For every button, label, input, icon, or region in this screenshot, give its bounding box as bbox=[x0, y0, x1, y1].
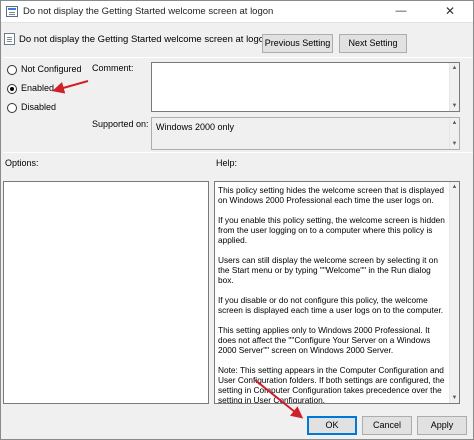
comment-scrollbar[interactable]: ▲ ▼ bbox=[449, 63, 459, 111]
help-text: This policy setting hides the welcome sc… bbox=[218, 185, 448, 404]
close-button[interactable]: ✕ bbox=[437, 3, 463, 20]
apply-button[interactable]: Apply bbox=[417, 416, 467, 435]
scroll-up-icon[interactable]: ▲ bbox=[450, 63, 459, 73]
supported-on-box: Windows 2000 only ▲ ▼ bbox=[151, 117, 460, 150]
radio-button[interactable] bbox=[7, 84, 17, 94]
window-title: Do not display the Getting Started welco… bbox=[23, 6, 274, 17]
supported-on-scrollbar[interactable]: ▲ ▼ bbox=[449, 118, 459, 149]
scroll-down-icon[interactable]: ▼ bbox=[450, 139, 459, 149]
scroll-up-icon[interactable]: ▲ bbox=[450, 182, 459, 192]
comment-textbox[interactable]: ▲ ▼ bbox=[151, 62, 460, 112]
help-paragraph: This setting applies only to Windows 200… bbox=[218, 325, 431, 355]
help-pane[interactable]: This policy setting hides the welcome sc… bbox=[214, 181, 460, 404]
minimize-button[interactable]: — bbox=[391, 5, 411, 19]
supported-on-value: Windows 2000 only bbox=[156, 122, 235, 132]
cancel-button[interactable]: Cancel bbox=[362, 416, 412, 435]
policy-icon bbox=[6, 6, 18, 17]
policy-setting-window: Do not display the Getting Started welco… bbox=[0, 0, 474, 440]
scroll-down-icon[interactable]: ▼ bbox=[450, 101, 459, 111]
scroll-up-icon[interactable]: ▲ bbox=[450, 118, 459, 128]
setting-document-icon bbox=[4, 33, 15, 45]
header-divider bbox=[3, 57, 473, 58]
previous-setting-button[interactable]: Previous Setting bbox=[262, 34, 333, 53]
help-paragraph: This policy setting hides the welcome sc… bbox=[218, 185, 444, 205]
radio-label: Enabled bbox=[21, 83, 55, 93]
ok-button[interactable]: OK bbox=[307, 416, 357, 435]
options-label: Options: bbox=[5, 158, 39, 168]
help-paragraph: Note: This setting appears in the Comput… bbox=[218, 365, 445, 404]
radio-label: Disabled bbox=[21, 102, 57, 112]
options-pane bbox=[3, 181, 209, 404]
help-paragraph: Users can still display the welcome scre… bbox=[218, 255, 438, 285]
next-setting-button[interactable]: Next Setting bbox=[339, 34, 407, 53]
help-label: Help: bbox=[216, 158, 238, 168]
radio-button[interactable] bbox=[7, 65, 17, 75]
comment-label: Comment: bbox=[92, 63, 134, 73]
middle-divider bbox=[3, 152, 473, 153]
setting-name: Do not display the Getting Started welco… bbox=[19, 34, 270, 45]
supported-on-label: Supported on: bbox=[92, 119, 149, 129]
help-paragraph: If you disable or do not configure this … bbox=[218, 295, 444, 315]
radio-button[interactable] bbox=[7, 103, 17, 113]
title-bar: Do not display the Getting Started welco… bbox=[1, 1, 473, 23]
radio-label: Not Configured bbox=[21, 64, 82, 74]
help-paragraph: If you enable this policy setting, the w… bbox=[218, 215, 445, 245]
help-scrollbar[interactable]: ▲ ▼ bbox=[449, 182, 459, 403]
scroll-down-icon[interactable]: ▼ bbox=[450, 393, 459, 403]
